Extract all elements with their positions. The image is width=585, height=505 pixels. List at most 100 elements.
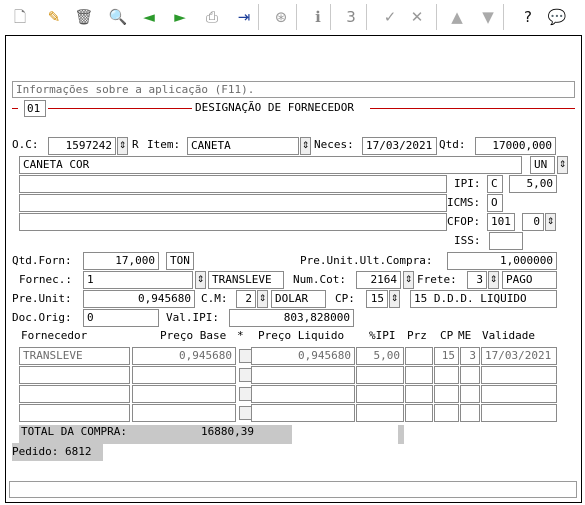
grid-cell[interactable]: TRANSLEVE	[19, 347, 130, 365]
grid-cell[interactable]	[132, 385, 236, 403]
item-field[interactable]: CANETA	[187, 137, 299, 155]
grid-header-6: CP	[440, 329, 454, 342]
neces-field[interactable]: 17/03/2021	[362, 137, 437, 155]
grid-cell[interactable]	[132, 366, 236, 384]
trash-icon[interactable]: 🗑	[73, 6, 95, 28]
grid-cell[interactable]	[434, 366, 459, 384]
pre-unit-ult-field[interactable]: 1,000000	[447, 252, 557, 270]
grid-cell[interactable]	[19, 366, 130, 384]
qtd-forn-unit-field[interactable]: TON	[166, 252, 194, 270]
cancel-tools-icon[interactable]: ✕	[406, 6, 428, 28]
forward-arrow-icon[interactable]: ►	[169, 6, 191, 28]
cm-desc-field[interactable]: DOLAR	[271, 290, 326, 308]
grid-cell[interactable]	[356, 366, 404, 384]
confirm-check-icon[interactable]: ✓	[379, 6, 401, 28]
grid-cell[interactable]	[132, 404, 236, 422]
oc-label: O.C:	[12, 138, 39, 151]
cm-spin-icon[interactable]: ⇕	[257, 290, 268, 308]
binoculars-icon[interactable]: ⊛	[270, 6, 292, 28]
frete-field[interactable]: 3	[467, 271, 487, 289]
grid-cell[interactable]	[251, 404, 355, 422]
ipi-label: IPI:	[454, 177, 481, 190]
grid-cell[interactable]	[460, 404, 480, 422]
num-cot-spin-icon[interactable]: ⇕	[403, 271, 414, 289]
cfop-spin-icon[interactable]: ⇕	[545, 213, 556, 231]
icms-field[interactable]: O	[487, 194, 503, 212]
ipi-value-field[interactable]: 5,00	[509, 175, 557, 193]
grid-cell[interactable]	[405, 404, 433, 422]
grid-cell[interactable]	[405, 347, 433, 365]
ipi-code-field[interactable]: C	[487, 175, 503, 193]
fornec-spin-icon[interactable]: ⇕	[195, 271, 206, 289]
number-icon[interactable]: 3	[340, 6, 362, 28]
description-field[interactable]: CANETA COR	[19, 156, 522, 174]
cm-field[interactable]: 2	[236, 290, 256, 308]
grid-cell[interactable]	[356, 404, 404, 422]
grid-cell[interactable]: 5,00	[356, 347, 404, 365]
description-line-3[interactable]	[19, 194, 447, 212]
edit-pencil-icon[interactable]: ✎	[43, 6, 65, 28]
grid-cell[interactable]	[251, 366, 355, 384]
cfop-field[interactable]: 101	[487, 213, 515, 231]
print-icon[interactable]: ⎙	[201, 6, 223, 28]
unit-spin-icon[interactable]: ⇕	[557, 156, 568, 174]
fornec-name-field[interactable]: TRANSLEVE	[208, 271, 284, 289]
icms-label: ICMS:	[447, 196, 481, 209]
grid-cell[interactable]: 17/03/2021	[481, 347, 557, 365]
doc-orig-field[interactable]: 0	[83, 309, 159, 327]
oc-spin-icon[interactable]: ⇕	[117, 137, 128, 155]
help-icon[interactable]: ?	[517, 6, 539, 28]
designation-number[interactable]: 01	[24, 100, 46, 117]
grid-cell[interactable]	[251, 385, 355, 403]
iss-field[interactable]	[489, 232, 523, 250]
grid-header-2: *	[237, 329, 244, 342]
grid-cell[interactable]: 15	[434, 347, 459, 365]
status-bar	[9, 481, 577, 498]
grid-cell[interactable]	[405, 366, 433, 384]
back-arrow-icon[interactable]: ◄	[138, 6, 160, 28]
qtd-forn-field[interactable]: 17,000	[83, 252, 159, 270]
toolbar: 🗋 ✎ 🗑 🔍 ◄ ► ⎙ ⇥ ⊛ ℹ 3 ✓ ✕ ▲ ▼? 💬	[0, 0, 585, 34]
num-cot-label: Num.Cot:	[293, 273, 346, 286]
fornec-field[interactable]: 1	[83, 271, 193, 289]
frete-spin-icon[interactable]: ⇕	[488, 271, 499, 289]
grid-cell[interactable]	[356, 385, 404, 403]
frete-desc-field[interactable]: PAGO	[502, 271, 557, 289]
comment-bubble-icon[interactable]: 💬	[546, 6, 568, 28]
val-ipi-field[interactable]: 803,828000	[229, 309, 354, 327]
pedido-label: Pedido: 6812	[12, 445, 92, 458]
item-label: Item:	[147, 138, 181, 151]
cp-field[interactable]: 15	[366, 290, 388, 308]
arrow-up-icon[interactable]: ▲	[446, 6, 468, 28]
grid-cell[interactable]	[481, 404, 557, 422]
cfop-sub-field[interactable]: 0	[522, 213, 544, 231]
grid-cell[interactable]	[481, 366, 557, 384]
arrow-down-icon[interactable]: ▼	[477, 6, 499, 28]
exit-door-icon[interactable]: ⇥	[233, 6, 255, 28]
cp-spin-icon[interactable]: ⇕	[389, 290, 400, 308]
info-icon[interactable]: ℹ	[307, 6, 329, 28]
item-spin-icon[interactable]: ⇕	[300, 137, 311, 155]
num-cot-field[interactable]: 2164	[356, 271, 401, 289]
cp-desc-field[interactable]: 15 D.D.D. LIQUIDO	[410, 290, 557, 308]
new-document-icon[interactable]: 🗋	[9, 6, 31, 28]
grid-cell[interactable]	[405, 385, 433, 403]
grid-cell[interactable]	[434, 385, 459, 403]
qtd-field[interactable]: 17000,000	[475, 137, 556, 155]
grid-cell[interactable]: 3	[460, 347, 480, 365]
description-line-2[interactable]	[19, 175, 447, 193]
pre-unit-field[interactable]: 0,945680	[83, 290, 195, 308]
grid-cell[interactable]	[481, 385, 557, 403]
unit-field[interactable]: UN	[530, 156, 555, 174]
grid-cell[interactable]	[434, 404, 459, 422]
search-icon[interactable]: 🔍	[107, 6, 129, 28]
grid-cell[interactable]: 0,945680	[132, 347, 236, 365]
grid-cell[interactable]: 0,945680	[251, 347, 355, 365]
oc-field[interactable]: 1597242	[48, 137, 116, 155]
description-line-4[interactable]	[19, 213, 447, 231]
fornec-label: Fornec.:	[19, 273, 72, 286]
grid-cell[interactable]	[460, 366, 480, 384]
grid-cell[interactable]	[460, 385, 480, 403]
grid-cell[interactable]	[19, 385, 130, 403]
grid-cell[interactable]	[19, 404, 130, 422]
